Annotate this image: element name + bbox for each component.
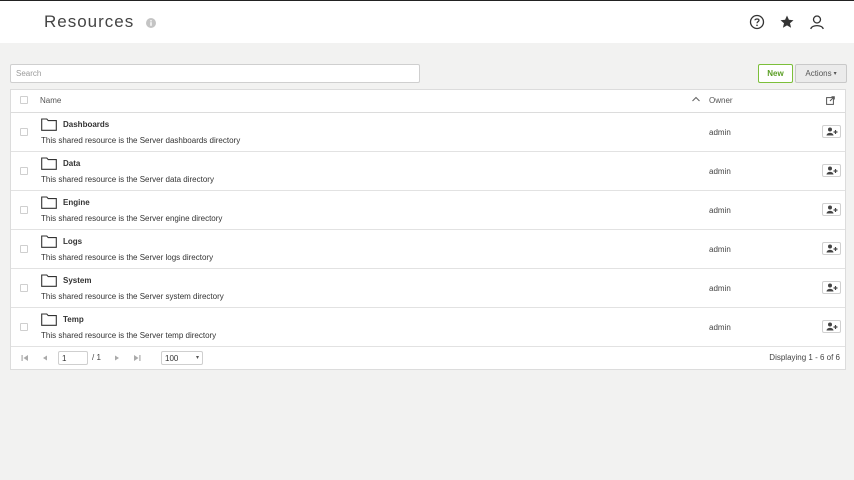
folder-icon	[41, 313, 57, 326]
resource-description: This shared resource is the Server dashb…	[41, 136, 241, 145]
row-checkbox[interactable]	[20, 167, 28, 175]
add-user-icon	[826, 322, 837, 331]
actions-button[interactable]: Actions ▾	[795, 64, 847, 83]
folder-icon	[41, 157, 57, 170]
resource-description: This shared resource is the Server temp …	[41, 331, 217, 340]
star-icon[interactable]	[779, 14, 795, 30]
resource-owner: admin	[709, 206, 731, 215]
share-button[interactable]	[822, 125, 841, 138]
add-user-icon	[826, 166, 837, 175]
resources-table: Name Owner Dashboards This shared resour…	[10, 89, 846, 370]
add-user-icon	[826, 205, 837, 214]
row-checkbox[interactable]	[20, 206, 28, 214]
folder-icon	[41, 235, 57, 248]
actions-label: Actions	[805, 69, 832, 78]
caret-down-icon: ▾	[195, 355, 199, 361]
table-row[interactable]: System This shared resource is the Serve…	[11, 269, 845, 308]
share-button[interactable]	[822, 242, 841, 255]
chevron-up-icon[interactable]	[691, 95, 701, 103]
select-all-checkbox[interactable]	[20, 96, 28, 104]
resource-name[interactable]: System	[63, 276, 91, 285]
per-page-value: 100	[165, 354, 179, 363]
next-page-icon[interactable]	[113, 354, 121, 362]
folder-icon	[41, 118, 57, 131]
resource-name[interactable]: Engine	[63, 198, 90, 207]
add-user-icon	[826, 127, 837, 136]
previous-page-icon[interactable]	[41, 354, 49, 362]
per-page-select[interactable]: 100 ▾	[161, 351, 203, 365]
export-icon[interactable]	[826, 96, 835, 105]
table-row[interactable]: Logs This shared resource is the Server …	[11, 230, 845, 269]
resource-description: This shared resource is the Server engin…	[41, 214, 223, 223]
pagination-bar: / 1 100 ▾ Displaying 1 - 6 of 6	[11, 347, 845, 369]
row-checkbox[interactable]	[20, 245, 28, 253]
share-button[interactable]	[822, 203, 841, 216]
table-row[interactable]: Data This shared resource is the Server …	[11, 152, 845, 191]
search-input[interactable]	[10, 64, 420, 83]
folder-icon	[41, 196, 57, 209]
share-button[interactable]	[822, 320, 841, 333]
displaying-count: Displaying 1 - 6 of 6	[769, 353, 840, 362]
total-pages: / 1	[92, 353, 101, 362]
column-header-owner[interactable]: Owner	[709, 96, 733, 105]
add-user-icon	[826, 244, 837, 253]
resource-owner: admin	[709, 167, 731, 176]
resource-description: This shared resource is the Server syste…	[41, 292, 224, 301]
top-bar: Resources	[0, 0, 854, 43]
info-icon[interactable]	[146, 18, 156, 28]
resource-owner: admin	[709, 323, 731, 332]
folder-icon	[41, 274, 57, 287]
caret-down-icon: ▾	[833, 71, 837, 77]
add-user-icon	[826, 283, 837, 292]
page-title: Resources	[44, 12, 135, 31]
resource-name[interactable]: Data	[63, 159, 80, 168]
help-icon[interactable]	[749, 14, 765, 30]
table-row[interactable]: Temp This shared resource is the Server …	[11, 308, 845, 347]
row-checkbox[interactable]	[20, 284, 28, 292]
first-page-icon[interactable]	[21, 354, 29, 362]
resource-name[interactable]: Temp	[63, 315, 84, 324]
share-button[interactable]	[822, 281, 841, 294]
resource-description: This shared resource is the Server data …	[41, 175, 214, 184]
resource-description: This shared resource is the Server logs …	[41, 253, 214, 262]
resource-owner: admin	[709, 128, 731, 137]
table-header: Name Owner	[11, 90, 845, 113]
table-row[interactable]: Engine This shared resource is the Serve…	[11, 191, 845, 230]
page-number-input[interactable]	[58, 351, 88, 365]
last-page-icon[interactable]	[133, 354, 141, 362]
resource-owner: admin	[709, 284, 731, 293]
new-button[interactable]: New	[758, 64, 793, 83]
row-checkbox[interactable]	[20, 128, 28, 136]
user-icon[interactable]	[809, 14, 825, 30]
resource-name[interactable]: Dashboards	[63, 120, 109, 129]
table-row[interactable]: Dashboards This shared resource is the S…	[11, 113, 845, 152]
column-header-name[interactable]: Name	[40, 96, 61, 105]
resource-name[interactable]: Logs	[63, 237, 82, 246]
row-checkbox[interactable]	[20, 323, 28, 331]
resource-owner: admin	[709, 245, 731, 254]
share-button[interactable]	[822, 164, 841, 177]
